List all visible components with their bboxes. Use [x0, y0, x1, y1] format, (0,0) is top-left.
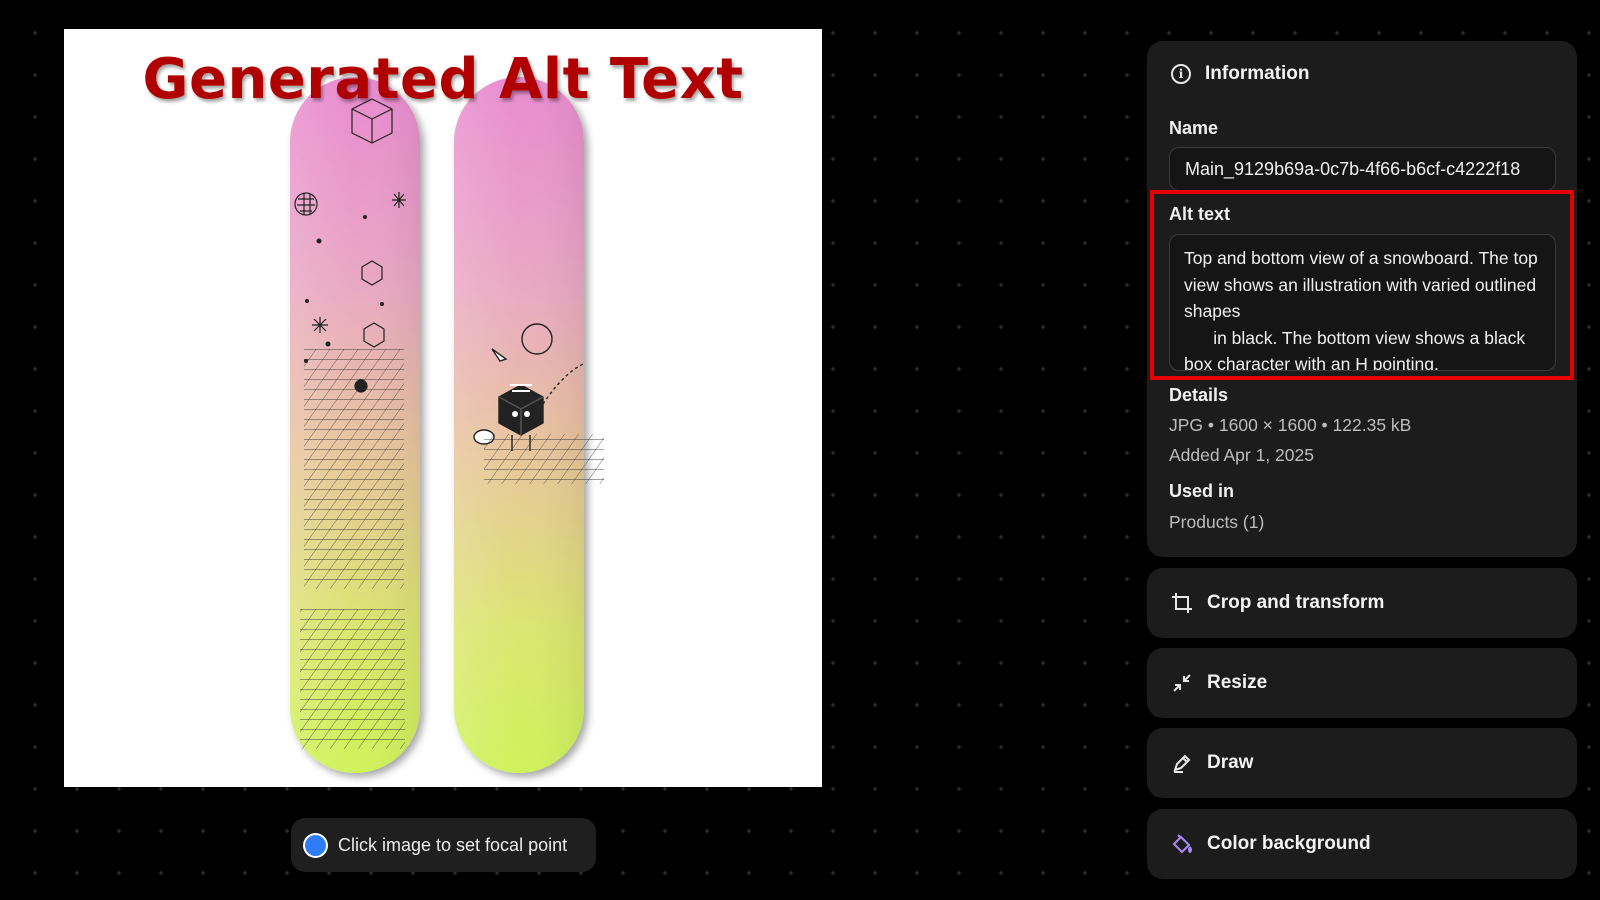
- name-input[interactable]: [1169, 147, 1556, 191]
- draw-label: Draw: [1207, 752, 1254, 773]
- alt-text-label: Alt text: [1169, 204, 1231, 224]
- resize-label: Resize: [1207, 672, 1268, 693]
- name-label: Name: [1169, 118, 1219, 138]
- information-panel: i Information Name Alt text Top and bott…: [1147, 41, 1577, 557]
- used-in-label: Used in: [1169, 481, 1235, 501]
- crop-and-transform-label: Crop and transform: [1207, 592, 1385, 613]
- information-title: Information: [1205, 63, 1310, 84]
- info-icon: i: [1171, 64, 1191, 84]
- details-label: Details: [1169, 385, 1229, 405]
- file-details: JPG • 1600 × 1600 • 122.35 kB: [1169, 415, 1412, 435]
- resize-button[interactable]: Resize: [1147, 648, 1577, 718]
- crop-icon: [1171, 592, 1193, 614]
- added-date: Added Apr 1, 2025: [1169, 445, 1314, 465]
- crop-and-transform-button[interactable]: Crop and transform: [1147, 568, 1577, 638]
- color-background-label: Color background: [1207, 833, 1371, 854]
- focal-point-dot-icon: [305, 834, 326, 856]
- focal-point-label: Click image to set focal point: [338, 834, 568, 855]
- snowboard-image[interactable]: [64, 29, 822, 787]
- focal-point-hint[interactable]: Click image to set focal point: [291, 818, 596, 872]
- alt-text-textarea[interactable]: Top and bottom view of a snowboard. The …: [1169, 234, 1556, 371]
- resize-icon: [1171, 672, 1193, 694]
- overlay-caption: Generated Alt Text: [142, 47, 744, 112]
- draw-button[interactable]: Draw: [1147, 728, 1577, 798]
- information-header: i Information: [1171, 63, 1310, 85]
- image-canvas[interactable]: Generated Alt Text: [64, 29, 822, 787]
- used-in-products: Products (1): [1169, 512, 1265, 532]
- color-background-icon: [1171, 833, 1193, 855]
- draw-icon: [1171, 752, 1193, 774]
- color-background-button[interactable]: Color background: [1147, 809, 1577, 879]
